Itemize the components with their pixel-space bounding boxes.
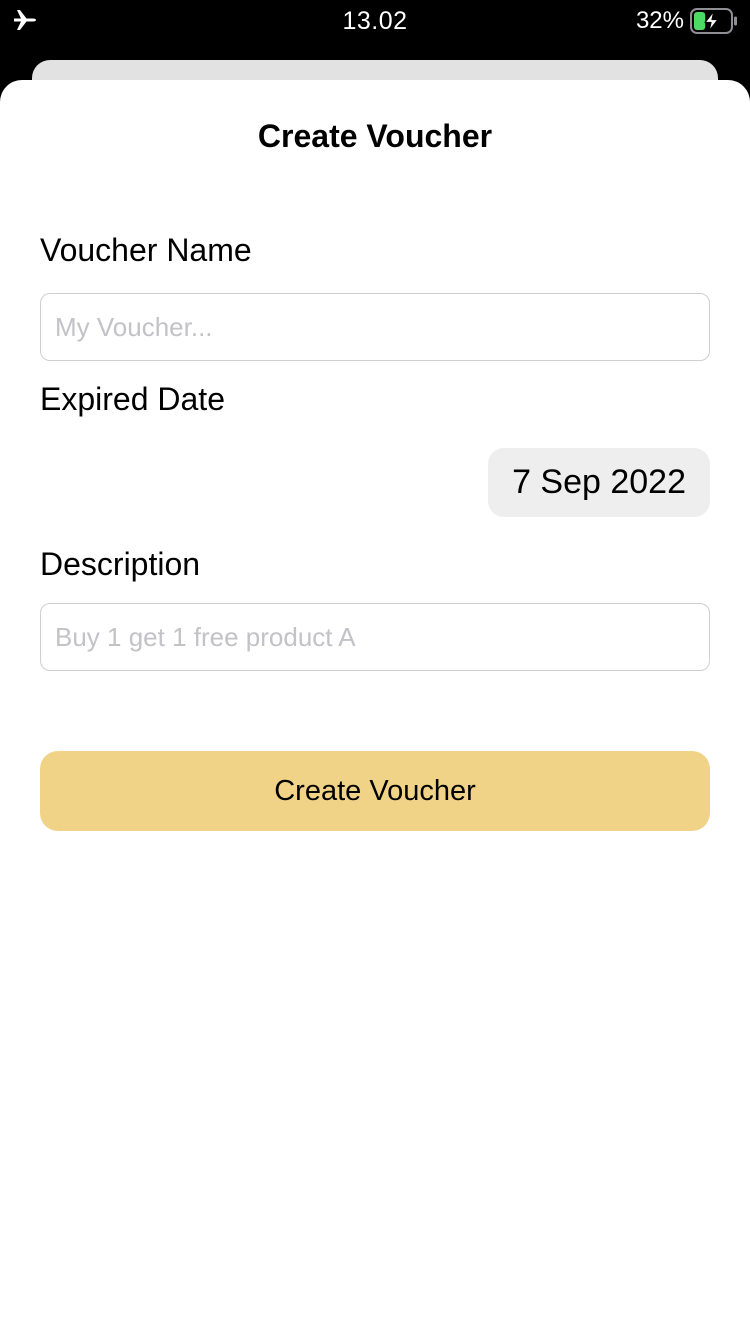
voucher-name-input[interactable] bbox=[40, 293, 710, 361]
status-bar: 13.02 32% bbox=[0, 0, 750, 42]
create-voucher-button[interactable]: Create Voucher bbox=[40, 751, 710, 831]
voucher-name-label: Voucher Name bbox=[40, 232, 252, 268]
expired-date-value: 7 Sep 2022 bbox=[512, 463, 686, 501]
battery-percent: 32% bbox=[635, 7, 684, 34]
battery-charging-icon bbox=[690, 8, 738, 34]
description-label: Description bbox=[40, 546, 201, 582]
status-right: 32% bbox=[636, 6, 738, 36]
expired-date-picker[interactable]: 7 Sep 2022 bbox=[488, 448, 710, 517]
expired-date-label: Expired Date bbox=[40, 381, 225, 417]
page-title: Create Voucher bbox=[257, 118, 493, 154]
description-input[interactable] bbox=[40, 603, 710, 671]
create-voucher-sheet: Create Voucher Voucher Name Expired Date… bbox=[0, 80, 750, 1334]
create-voucher-button-label: Create Voucher bbox=[274, 774, 476, 807]
